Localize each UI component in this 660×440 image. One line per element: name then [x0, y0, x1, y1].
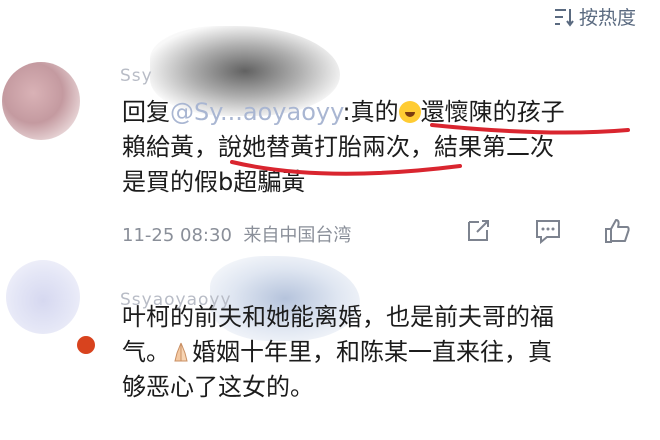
comment-line-1: 叶柯的前夫和她能离婚，也是前夫哥的福 [122, 303, 554, 331]
reply-prefix: 回复 [122, 98, 170, 126]
comment-text-segment: 气。 [122, 338, 170, 366]
sort-by-hot-button[interactable]: 按热度 [553, 3, 636, 30]
comment-text: 叶柯的前夫和她能离婚，也是前夫哥的福 气。 婚姻十年里，和陈某一直来往，真 够恶… [122, 300, 642, 405]
reply-icon[interactable] [533, 216, 563, 246]
like-icon[interactable] [602, 216, 632, 246]
comment-item: Ssyaoyaoyy 叶柯的前夫和她能离婚，也是前夫哥的福 气。 婚姻十年里，和… [0, 250, 660, 440]
laughing-emoji-icon [398, 101, 421, 123]
avatar[interactable] [2, 62, 80, 140]
comment-line-2: 賴給黃，說她替黃打胎兩次，結果第二次 [122, 133, 554, 161]
share-icon[interactable] [463, 216, 493, 246]
location: 来自中国台湾 [243, 225, 352, 246]
comment-item: Ssy 回复@Sy...aoyaoyy:真的 還懷陳的孩子 賴給黃，說她替黃打胎兩… [0, 26, 660, 265]
comment-line-2: 气。 婚姻十年里，和陈某一直来往，真 [122, 335, 642, 370]
avatar[interactable] [6, 260, 80, 334]
comment-line-3: 够恶心了这女的。 [122, 373, 314, 401]
sort-icon [553, 7, 575, 27]
username[interactable]: Ssy [120, 66, 153, 86]
comment-meta: 11-25 08:30 来自中国台湾 [122, 221, 351, 247]
comment-text-segment: 還懷陳的孩子 [420, 98, 565, 126]
praying-hands-icon [170, 338, 192, 362]
verified-badge-icon [75, 334, 97, 356]
timestamp: 11-25 08:30 [122, 225, 232, 246]
comment-line-1: 回复@Sy...aoyaoyy:真的 還懷陳的孩子 [122, 95, 642, 130]
comment-line-3: 是買的假b超騙黃 [122, 168, 306, 196]
sort-label: 按热度 [578, 7, 636, 29]
comment-text-segment: 婚姻十年里，和陈某一直来往，真 [192, 338, 552, 366]
comment-text: 回复@Sy...aoyaoyy:真的 還懷陳的孩子 賴給黃，說她替黃打胎兩次，結果… [122, 95, 642, 200]
comment-text-segment: :真的 [342, 98, 399, 126]
reply-mention[interactable]: @Sy...aoyaoyy [170, 98, 343, 126]
